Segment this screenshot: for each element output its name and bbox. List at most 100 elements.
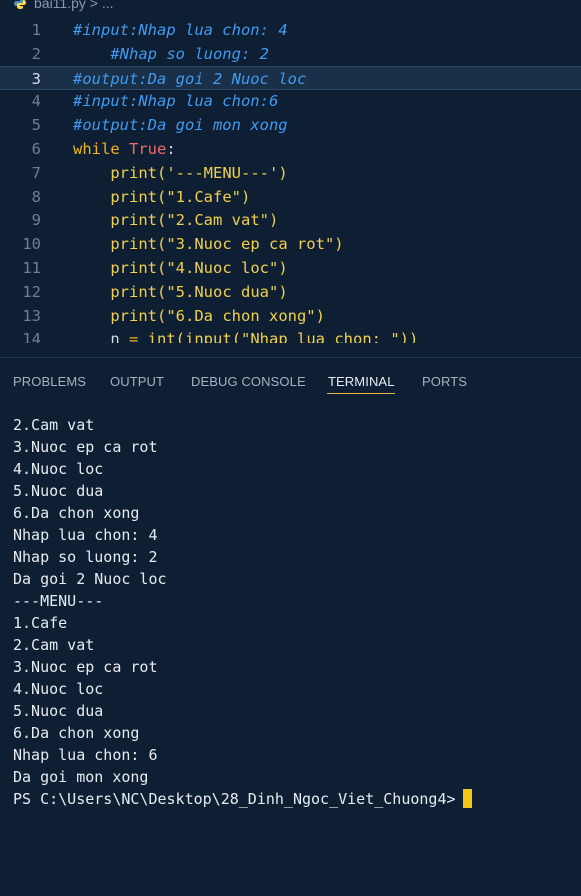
terminal-line: 6.Da chon xong	[13, 724, 140, 742]
terminal-cursor	[463, 789, 472, 808]
breadcrumb-filename[interactable]: bai11.py > ...	[34, 0, 114, 10]
code-line[interactable]: 5 #output:Da goi mon xong	[0, 113, 581, 137]
code-text[interactable]: print('---MENU---')	[73, 161, 288, 185]
line-number[interactable]: 7	[11, 161, 41, 185]
terminal-line: Nhap lua chon: 4	[13, 526, 158, 544]
code-line[interactable]: 10 print("3.Nuoc ep ca rot")	[0, 232, 581, 256]
code-token: #input:Nhap lua chon: 4	[73, 21, 288, 39]
line-number[interactable]: 12	[11, 280, 41, 304]
terminal-line: 3.Nuoc ep ca rot	[13, 658, 158, 676]
terminal-line: 4.Nuoc loc	[13, 460, 104, 478]
terminal-line: 1.Cafe	[13, 614, 68, 632]
code-text[interactable]: print("1.Cafe")	[73, 185, 250, 209]
code-text[interactable]: print("2.Cam vat")	[73, 208, 278, 232]
code-text[interactable]: print("5.Nuoc dua")	[73, 280, 288, 304]
code-token: ("1.Cafe")	[157, 187, 251, 206]
code-text[interactable]: #Nhap so luong: 2	[73, 42, 269, 66]
code-line[interactable]: 8 print("1.Cafe")	[0, 185, 581, 209]
active-tab-indicator	[327, 393, 395, 394]
code-token: ("6.Da chon xong")	[157, 306, 325, 325]
code-line[interactable]: 2 #Nhap so luong: 2	[0, 42, 581, 66]
editor-overflow-area	[0, 343, 581, 357]
code-text[interactable]: #output:Da goi 2 Nuoc loc	[73, 67, 306, 91]
code-token: #Nhap so luong: 2	[73, 44, 269, 63]
code-token: ("3.Nuoc ep ca rot")	[157, 235, 344, 254]
code-token: print	[110, 187, 157, 206]
line-number[interactable]: 13	[11, 304, 41, 328]
code-token: ("5.Nuoc dua")	[157, 282, 288, 301]
line-number[interactable]: 2	[11, 42, 41, 66]
code-text[interactable]: #input:Nhap lua chon:6	[73, 89, 278, 113]
terminal-line: 5.Nuoc dua	[13, 702, 104, 720]
code-token: #input:Nhap lua chon:6	[73, 92, 279, 111]
code-token: print	[110, 235, 157, 254]
line-number[interactable]: 3	[11, 67, 41, 91]
terminal-prompt: PS C:\Users\NC\Desktop\28_Dinh_Ngoc_Viet…	[13, 790, 456, 808]
panel-tab-bar: PROBLEMS OUTPUT DEBUG CONSOLE TERMINAL P…	[0, 358, 581, 400]
code-token: while	[73, 140, 129, 158]
tab-output[interactable]: OUTPUT	[110, 374, 164, 389]
terminal-line: 2.Cam vat	[13, 416, 95, 434]
tab-problems[interactable]: PROBLEMS	[13, 374, 86, 389]
terminal-line: 2.Cam vat	[13, 636, 95, 654]
terminal-line: Nhap lua chon: 6	[13, 746, 158, 764]
terminal-line: Nhap so luong: 2	[13, 548, 158, 566]
code-text[interactable]: #input:Nhap lua chon: 4	[73, 18, 288, 42]
code-text[interactable]: print("4.Nuoc loc")	[73, 256, 288, 280]
terminal-line: 4.Nuoc loc	[13, 680, 104, 698]
code-token: print	[110, 282, 157, 301]
line-number[interactable]: 10	[11, 232, 41, 256]
code-text[interactable]: while True:	[73, 137, 176, 161]
line-number[interactable]: 8	[11, 185, 41, 209]
code-token: ("4.Nuoc loc")	[157, 259, 288, 277]
tab-debug-console[interactable]: DEBUG CONSOLE	[191, 374, 306, 389]
code-token: print	[110, 306, 157, 325]
tab-terminal[interactable]: TERMINAL	[328, 374, 395, 389]
terminal-output[interactable]: 2.Cam vat 3.Nuoc ep ca rot 4.Nuoc loc 5.Nuo…	[0, 400, 581, 896]
terminal-line: 6.Da chon xong	[13, 504, 140, 522]
line-number[interactable]: 11	[11, 256, 41, 280]
breadcrumb[interactable]: bai11.py > ...	[0, 0, 581, 14]
code-line[interactable]: 13 print("6.Da chon xong")	[0, 304, 581, 328]
line-number[interactable]: 6	[11, 137, 41, 161]
code-line[interactable]: 6 while True:	[0, 137, 581, 161]
code-token: ('---MENU---')	[157, 163, 288, 182]
code-token: #output:Da goi mon xong	[73, 116, 288, 135]
code-text[interactable]: #output:Da goi mon xong	[73, 113, 288, 137]
line-number[interactable]: 4	[11, 89, 41, 113]
terminal-line: 5.Nuoc dua	[13, 482, 104, 500]
code-line[interactable]: 1 #input:Nhap lua chon: 4	[0, 18, 581, 42]
code-line[interactable]: 11 print("4.Nuoc loc")	[0, 256, 581, 280]
line-number[interactable]: 5	[11, 113, 41, 137]
code-token: True	[129, 140, 167, 158]
python-file-icon	[14, 0, 26, 9]
code-token: print	[110, 211, 157, 230]
code-line[interactable]: 12 print("5.Nuoc dua")	[0, 280, 581, 304]
code-editor[interactable]: 1 #input:Nhap lua chon: 4 2 #Nhap so luong…	[0, 14, 581, 357]
code-text[interactable]: print("6.Da chon xong")	[73, 304, 325, 328]
tab-ports[interactable]: PORTS	[422, 374, 467, 389]
terminal-line: 3.Nuoc ep ca rot	[13, 438, 158, 456]
line-number[interactable]: 1	[11, 18, 41, 42]
terminal-line: Da goi mon xong	[13, 768, 149, 786]
line-number[interactable]: 9	[11, 208, 41, 232]
code-line[interactable]: 4 #input:Nhap lua chon:6	[0, 89, 581, 113]
code-line[interactable]: 3 #output:Da goi 2 Nuoc loc	[0, 65, 581, 91]
terminal-line: ---MENU---	[13, 592, 104, 610]
code-text[interactable]: print("3.Nuoc ep ca rot")	[73, 232, 344, 256]
code-token: ("2.Cam vat")	[157, 211, 279, 230]
code-token: print	[110, 163, 157, 182]
code-token: print	[110, 259, 157, 277]
code-line[interactable]: 7 print('---MENU---')	[0, 161, 581, 185]
code-line[interactable]: 9 print("2.Cam vat")	[0, 208, 581, 232]
code-token: :	[166, 140, 176, 158]
terminal-line: Da goi 2 Nuoc loc	[13, 570, 167, 588]
code-token: #output:Da goi 2 Nuoc loc	[73, 69, 307, 88]
